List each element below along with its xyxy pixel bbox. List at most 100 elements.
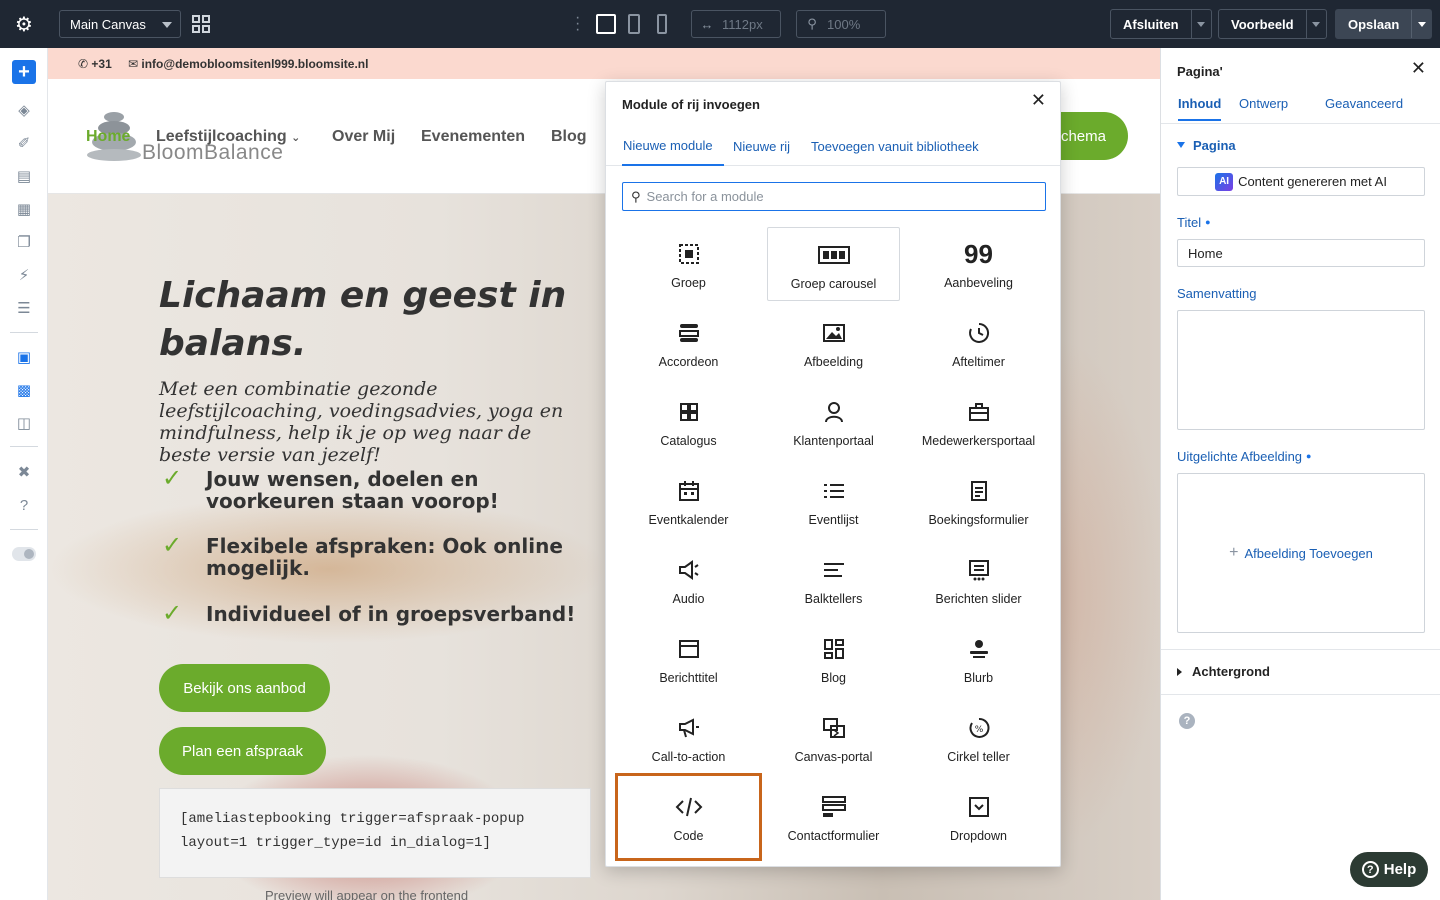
modal-title: Module of rij invoegen	[622, 97, 760, 112]
add-image-label: Afbeelding Toevoegen	[1244, 545, 1373, 561]
add-image-button[interactable]: + Afbeelding Toevoegen	[1177, 473, 1425, 633]
module-audio[interactable]: Audio	[622, 543, 755, 617]
tab-from-library[interactable]: Toevoegen vanuit bibliotheek	[810, 126, 980, 166]
module-employee-portal[interactable]: Medewerkersportaal	[912, 385, 1045, 459]
lightning-icon[interactable]: ⚡	[12, 263, 36, 287]
tools-icon[interactable]: ✖	[12, 460, 36, 484]
settings-lines-icon[interactable]: ☰	[12, 296, 36, 320]
module-event-calendar[interactable]: Eventkalender	[622, 464, 755, 538]
close-button[interactable]: Afsluiten	[1110, 9, 1212, 39]
generate-ai-button[interactable]: AI Content genereren met AI	[1177, 167, 1425, 196]
tab-design[interactable]: Ontwerp	[1239, 96, 1288, 119]
pages-icon[interactable]: ✐	[12, 131, 36, 155]
module-blurb[interactable]: Blurb	[912, 622, 1045, 696]
title-label: Titel ●	[1177, 215, 1211, 230]
module-post-title[interactable]: Berichttitel	[622, 622, 755, 696]
section-background-toggle[interactable]: Achtergrond	[1177, 664, 1270, 679]
site-email[interactable]: ✉ info@demobloomsitenl999.bloomsite.nl	[128, 57, 368, 71]
search-icon: ⚲	[807, 16, 817, 31]
select-module-icon[interactable]: ▣	[12, 345, 36, 369]
image-icon	[822, 320, 845, 346]
module-blog[interactable]: Blog	[767, 622, 900, 696]
preview-settings-icon[interactable]: ◫	[12, 411, 36, 435]
rail-divider	[10, 332, 38, 333]
module-canvas-portal[interactable]: Canvas-portal	[767, 701, 900, 775]
module-circle-counter[interactable]: % Cirkel teller	[912, 701, 1045, 775]
hero-subtitle: Met een combinatie gezonde leefstijlcoac…	[159, 378, 564, 466]
module-catalog[interactable]: Catalogus	[622, 385, 755, 459]
panel-divider	[1161, 649, 1440, 650]
megaphone-icon	[678, 715, 700, 741]
desktop-view-icon[interactable]	[596, 14, 616, 34]
shortcode-block[interactable]: [ameliastepbooking trigger=afspraak-popu…	[159, 788, 591, 878]
form-icon[interactable]: ▦	[12, 197, 36, 221]
nav-over-mij[interactable]: Over Mij	[332, 128, 395, 146]
module-group[interactable]: Groep	[622, 227, 755, 301]
section-page-toggle[interactable]: Pagina	[1177, 138, 1236, 153]
help-button[interactable]: ? Help	[1350, 852, 1428, 887]
site-phone[interactable]: ✆ +31	[78, 57, 112, 71]
width-arrows-icon: ↔	[700, 16, 714, 32]
canvas-select[interactable]: Main Canvas	[59, 10, 181, 38]
tab-advanced[interactable]: Geavanceerd	[1325, 96, 1403, 119]
offer-button[interactable]: Bekijk ons aanbod	[159, 664, 330, 712]
settings-gear-icon[interactable]: ⚙	[0, 0, 48, 48]
module-post-slider[interactable]: Berichten slider	[912, 543, 1045, 617]
nav-evenementen[interactable]: Evenementen	[421, 128, 525, 146]
help-circle-icon[interactable]: ?	[1179, 713, 1195, 729]
close-icon[interactable]: ✕	[1031, 90, 1046, 111]
module-image[interactable]: Afbeelding	[767, 306, 900, 380]
nav-home[interactable]: Home	[86, 128, 130, 146]
more-vertical-icon[interactable]: · · ·	[575, 10, 580, 38]
tab-new-row[interactable]: Nieuwe rij	[732, 126, 791, 166]
module-booking-form[interactable]: Boekingsformulier	[912, 464, 1045, 538]
zoom-value: 100%	[827, 16, 861, 32]
timer-icon	[968, 320, 990, 346]
module-testimonial[interactable]: 99 Aanbeveling	[912, 227, 1045, 301]
database-icon[interactable]: ▤	[12, 164, 36, 188]
tablet-view-icon[interactable]	[628, 14, 640, 34]
module-customer-portal[interactable]: Klantenportaal	[767, 385, 900, 459]
preview-dropdown-toggle[interactable]	[1305, 10, 1326, 38]
zoom-field[interactable]: ⚲ 100%	[796, 10, 886, 38]
copy-icon[interactable]: ❐	[12, 230, 36, 254]
module-event-list[interactable]: Eventlijst	[767, 464, 900, 538]
module-countdown[interactable]: Afteltimer	[912, 306, 1045, 380]
module-call-to-action[interactable]: Call-to-action	[622, 701, 755, 775]
svg-text:%: %	[974, 725, 983, 735]
canvas-width-field[interactable]: ↔ 1112px	[691, 10, 781, 38]
tab-new-module[interactable]: Nieuwe module	[622, 126, 724, 166]
help-icon[interactable]: ?	[12, 493, 36, 517]
theme-toggle[interactable]	[12, 542, 36, 566]
tab-content[interactable]: Inhoud	[1178, 96, 1222, 121]
panel-title: Pagina'	[1177, 64, 1223, 79]
layers-icon[interactable]: ◈	[12, 98, 36, 122]
module-bar-counters[interactable]: Balktellers	[767, 543, 900, 617]
rail-divider	[10, 529, 38, 530]
module-group-carousel[interactable]: Groep carousel	[767, 227, 900, 301]
select-row-icon[interactable]: ▩	[12, 378, 36, 402]
nav-blog[interactable]: Blog	[551, 128, 587, 146]
save-button[interactable]: Opslaan	[1335, 9, 1433, 39]
close-dropdown-toggle[interactable]	[1190, 10, 1211, 38]
phone-view-icon[interactable]	[657, 14, 667, 34]
calendar-icon	[678, 478, 700, 504]
module-contact-form[interactable]: Contactformulier	[767, 780, 900, 854]
module-dropdown[interactable]: Dropdown	[912, 780, 1045, 854]
title-field[interactable]: Home	[1177, 239, 1425, 267]
module-search-input[interactable]	[646, 189, 1027, 204]
layout-grid-icon[interactable]	[192, 15, 210, 33]
module-accordion[interactable]: Accordeon	[622, 306, 755, 380]
close-icon[interactable]: ✕	[1411, 58, 1426, 79]
list-icon	[823, 478, 845, 504]
appointment-button[interactable]: Plan een afspraak	[159, 727, 326, 775]
add-module-button[interactable]: +	[12, 60, 36, 84]
summary-textarea[interactable]	[1177, 310, 1425, 430]
preview-button[interactable]: Voorbeeld	[1218, 9, 1327, 39]
top-toolbar: ⚙ Main Canvas · · · ↔ 1112px ⚲ 100% Afslui…	[0, 0, 1440, 48]
accordion-icon	[678, 320, 700, 346]
nav-leefstijlcoaching[interactable]: Leefstijlcoaching ⌄	[156, 128, 300, 146]
save-dropdown-toggle[interactable]	[1411, 10, 1431, 38]
module-code[interactable]: Code	[615, 773, 762, 861]
module-search[interactable]: ⚲	[622, 182, 1046, 211]
